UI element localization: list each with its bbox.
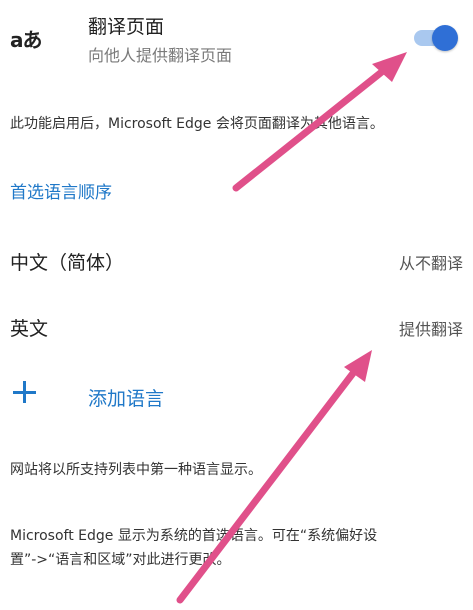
translate-toggle[interactable] xyxy=(410,24,458,52)
translate-page-subtitle: 向他人提供翻译页面 xyxy=(88,46,233,65)
system-language-note-line2: 置”->“语言和区域”对此进行更改。 xyxy=(10,552,231,568)
translate-description: 此功能启用后，Microsoft Edge 会将页面翻译为其他语言。 xyxy=(10,116,384,132)
language-name: 中文（简体） xyxy=(10,252,125,274)
toggle-thumb xyxy=(432,25,458,51)
translate-page-row[interactable]: aあ 翻译页面 向他人提供翻译页面 xyxy=(0,0,473,80)
translate-icon: aあ xyxy=(10,28,42,52)
language-row-english[interactable]: 英文 提供翻译 xyxy=(0,304,473,352)
language-order-note: 网站将以所支持列表中第一种语言显示。 xyxy=(10,462,262,478)
language-name: 英文 xyxy=(10,318,49,340)
language-translate-status[interactable]: 提供翻译 xyxy=(399,316,463,340)
system-language-note-line1: Microsoft Edge 显示为系统的首选语言。可在“系统偏好设 xyxy=(10,528,378,544)
plus-icon xyxy=(12,380,38,406)
translate-page-title: 翻译页面 xyxy=(88,16,165,38)
language-row-chinese[interactable]: 中文（简体） 从不翻译 xyxy=(0,238,473,286)
preferred-languages-link[interactable]: 首选语言顺序 xyxy=(10,178,112,203)
add-language-button[interactable]: 添加语言 xyxy=(0,372,473,422)
language-translate-status[interactable]: 从不翻译 xyxy=(399,250,463,274)
add-language-label: 添加语言 xyxy=(88,388,165,410)
system-language-note: Microsoft Edge 显示为系统的首选语言。可在“系统偏好设 置”->“… xyxy=(10,524,460,572)
